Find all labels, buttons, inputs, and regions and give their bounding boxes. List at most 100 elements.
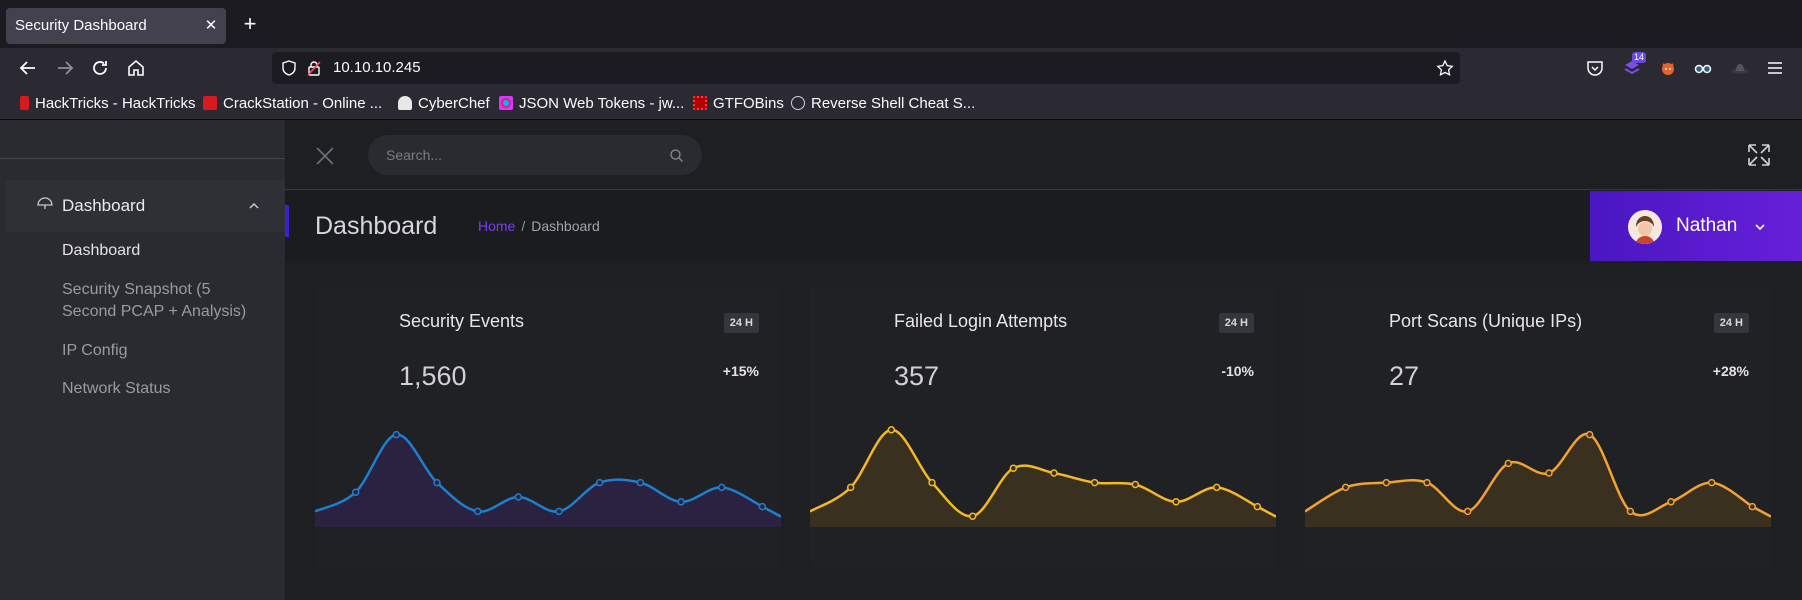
user-menu[interactable]: Nathan <box>1590 191 1802 261</box>
sparkline-point <box>846 483 855 492</box>
browser-tab[interactable]: Security Dashboard ✕ <box>6 8 226 44</box>
sparkline-point <box>758 502 767 511</box>
search-box <box>368 135 702 175</box>
bookmark-reverse-shell[interactable]: Reverse Shell Cheat S... <box>791 94 975 114</box>
close-sidebar-icon[interactable] <box>314 145 336 167</box>
sparkline-point <box>1545 469 1553 477</box>
sidebar-item-dashboard[interactable]: Dashboard <box>62 240 140 262</box>
bookmark-star-icon[interactable] <box>1436 59 1454 77</box>
extension-badge-count: 14 <box>1632 52 1647 63</box>
foxyproxy-icon[interactable] <box>1658 58 1678 78</box>
sparkline-area <box>810 429 1276 527</box>
sidebar-item-ip-config[interactable]: IP Config <box>62 340 128 362</box>
tab-title: Security Dashboard <box>15 17 147 34</box>
sidebar-item-security-snapshot[interactable]: Security Snapshot (5 <box>62 279 211 301</box>
shield-icon[interactable] <box>280 59 298 77</box>
sparkline-point <box>887 426 896 434</box>
chevron-up-icon[interactable] <box>247 199 261 213</box>
bookmark-crackstation[interactable]: CrackStation - Online ... <box>203 94 382 114</box>
sparkline-point <box>1707 478 1716 487</box>
tab-close-icon[interactable]: ✕ <box>202 17 220 35</box>
bookmarks-bar: HackTricks - HackTricks CrackStation - O… <box>0 88 1802 120</box>
card-title: Security Events <box>399 311 525 331</box>
sparkline-point <box>1626 507 1635 516</box>
browser-navbar: 10.10.10.245 14 <box>0 48 1802 88</box>
sparkline-chart <box>315 430 781 527</box>
time-range-badge[interactable]: 24 H <box>723 313 759 333</box>
gtfobins-icon <box>693 96 707 110</box>
stat-card-failed-logins: Failed Login Attempts 24 H 357 -10% <box>810 287 1276 567</box>
breadcrumb-home[interactable]: Home <box>478 218 515 234</box>
sparkline-point <box>1131 480 1140 489</box>
new-tab-icon[interactable]: + <box>239 13 261 35</box>
page-title: Dashboard <box>315 212 438 240</box>
card-change: +15% <box>722 363 759 379</box>
bookmark-cyberchef[interactable]: CyberChef <box>398 94 490 114</box>
header-accent <box>285 205 289 237</box>
sparkline-point <box>1667 498 1675 506</box>
sparkline-point <box>473 507 482 516</box>
sparkline-chart <box>810 426 1276 527</box>
card-title: Port Scans (Unique IPs) <box>1389 311 1583 331</box>
pocket-icon[interactable] <box>1585 58 1605 78</box>
avatar <box>1628 210 1662 244</box>
sparkline-point <box>1253 502 1262 511</box>
stat-card-security-events: Security Events 24 H 1,560 +15% <box>315 287 781 567</box>
time-range-badge[interactable]: 24 H <box>1713 313 1749 333</box>
topbar <box>285 120 1802 190</box>
sidebar-divider <box>0 158 285 159</box>
sparkline-point <box>392 430 401 439</box>
sparkline-point <box>433 478 441 487</box>
hat-icon[interactable] <box>1730 58 1750 78</box>
app: Dashboard Dashboard Security Snapshot (5… <box>0 120 1802 600</box>
chevron-down-icon[interactable] <box>1754 221 1766 233</box>
bookmark-gtfobins[interactable]: GTFOBins <box>693 94 784 114</box>
time-range-badge[interactable]: 24 H <box>1218 313 1254 333</box>
user-name: Nathan <box>1676 215 1738 236</box>
card-title: Failed Login Attempts <box>894 311 1068 331</box>
sparkline-point <box>555 507 563 516</box>
sparkline-point <box>1463 507 1472 516</box>
sparkline-point <box>1212 483 1221 492</box>
sparkline-chart <box>1305 430 1771 527</box>
sparkline-point <box>1382 478 1391 487</box>
breadcrumb: Home / Dashboard <box>478 191 600 261</box>
home-icon[interactable] <box>124 56 148 80</box>
insecure-lock-icon[interactable] <box>305 59 323 77</box>
sparkline-area <box>315 434 781 527</box>
reload-icon[interactable] <box>88 56 112 80</box>
card-change: -10% <box>1221 363 1254 379</box>
fullscreen-icon[interactable] <box>1746 142 1772 168</box>
sparkline-point <box>1423 478 1431 487</box>
bookmark-jwt[interactable]: JSON Web Tokens - jw... <box>499 94 684 114</box>
sparkline-point <box>1090 478 1099 487</box>
sparkline-point <box>928 478 936 487</box>
menu-icon[interactable] <box>1765 58 1785 78</box>
hacktricks-icon <box>20 96 29 110</box>
search-input[interactable] <box>386 135 656 175</box>
globe-icon <box>791 96 805 110</box>
sparkline-point <box>677 498 685 506</box>
url-text: 10.10.10.245 <box>333 59 421 76</box>
card-value: 27 <box>1389 361 1420 391</box>
search-icon[interactable] <box>669 148 684 163</box>
sparkline-point <box>1341 483 1350 492</box>
sparkline-point <box>1504 459 1513 468</box>
back-icon[interactable] <box>16 56 40 80</box>
sparkline-point <box>968 512 977 520</box>
card-value: 357 <box>894 361 940 391</box>
sidebar-item-security-snapshot-line2[interactable]: Second PCAP + Analysis) <box>62 301 246 323</box>
sparkline-point <box>351 488 360 496</box>
sparkline-point <box>717 483 726 492</box>
sidebar-group-dashboard[interactable]: Dashboard <box>6 180 285 232</box>
sparkline-point <box>1748 502 1757 511</box>
url-bar[interactable]: 10.10.10.245 <box>272 52 1460 84</box>
bookmark-hacktricks[interactable]: HackTricks - HackTricks <box>20 94 196 114</box>
card-value: 1,560 <box>399 361 467 391</box>
extension-badge-icon[interactable]: 14 <box>1622 52 1647 78</box>
forward-icon[interactable] <box>53 56 77 80</box>
glasses-icon[interactable] <box>1693 58 1713 78</box>
umbrella-icon <box>37 197 53 209</box>
sparkline-area <box>1305 433 1771 527</box>
sidebar-item-network-status[interactable]: Network Status <box>62 378 170 400</box>
